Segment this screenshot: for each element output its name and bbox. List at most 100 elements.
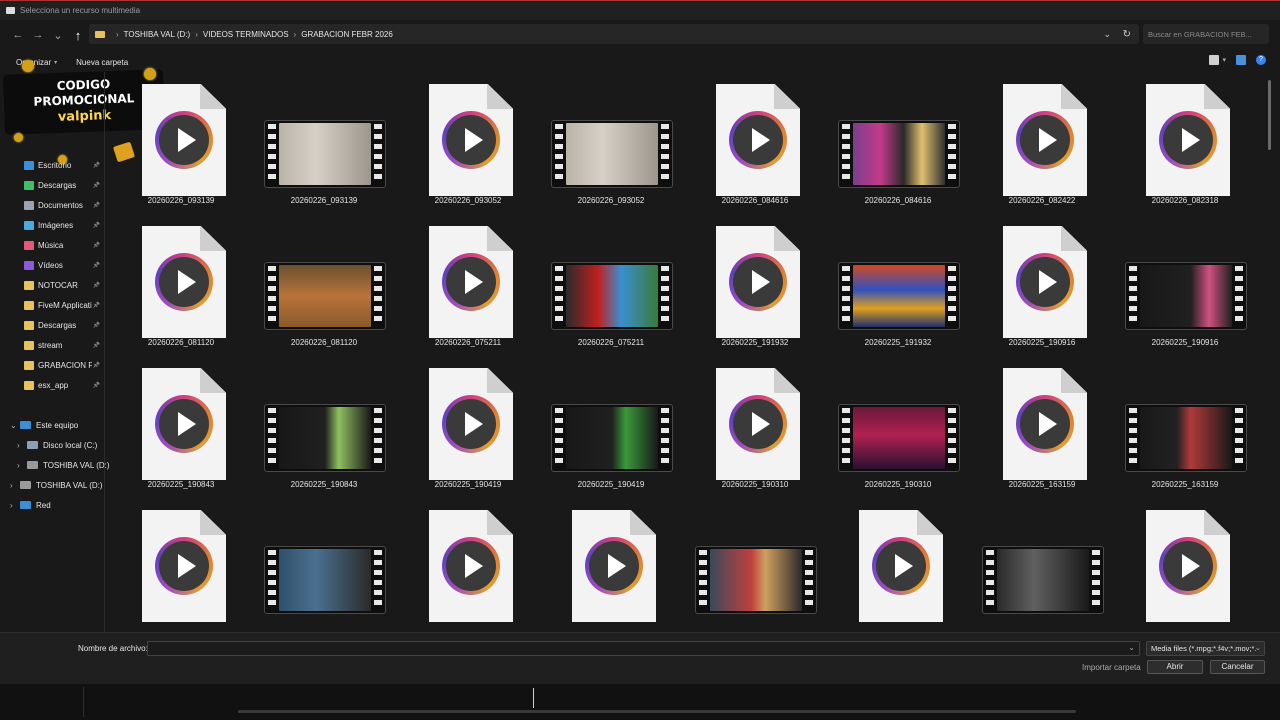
open-button[interactable]: Abrir [1147, 660, 1203, 674]
recent-chevron-icon[interactable]: ⌄ [48, 25, 68, 45]
filmstrip-holes [1092, 550, 1100, 610]
file-name: 20260225_191932 [864, 338, 932, 347]
search-input[interactable]: Buscar en GRABACION FEB... [1143, 24, 1269, 44]
filename-input[interactable]: ⌄ [147, 641, 1140, 656]
help-icon[interactable]: ? [1256, 55, 1266, 65]
import-folder-link[interactable]: Importar carpeta [1082, 663, 1141, 672]
file-type-filter[interactable]: Media files (*.mpg;*.f4v;*.mov;*. ⌄ [1146, 641, 1265, 656]
file-tile[interactable]: 20260226_082318 [1120, 72, 1250, 212]
filename-dropdown-icon[interactable]: ⌄ [1128, 643, 1135, 652]
expand-arrow-icon[interactable]: ⌄ [10, 421, 20, 430]
view-mode-caret-icon[interactable]: ▾ [1222, 56, 1226, 64]
file-tile[interactable]: 20260225_190916 [977, 214, 1107, 354]
file-tile[interactable]: 20260226_093052 [403, 72, 533, 212]
tree-item[interactable]: › TOSHIBA VAL (D:) [10, 478, 103, 492]
file-tile[interactable]: 20260225_191932 [833, 214, 963, 354]
file-tile[interactable]: 20260225_190843 [116, 356, 246, 496]
file-tile[interactable] [403, 498, 533, 638]
file-tile[interactable]: 20260226_081120 [259, 214, 389, 354]
tree-item[interactable]: › Red [10, 498, 51, 512]
refresh-icon[interactable]: ↻ [1123, 29, 1131, 40]
pin-icon[interactable]: 📌 [93, 362, 100, 369]
sidebar-item[interactable]: Documentos 📌 [24, 198, 102, 212]
forward-arrow-icon[interactable]: → [28, 25, 48, 45]
file-tile[interactable] [1120, 498, 1250, 638]
address-dropdown-icon[interactable]: ⌄ [1103, 29, 1111, 40]
sidebar-item[interactable]: Música 📌 [24, 238, 102, 252]
breadcrumb-drive[interactable]: TOSHIBA VAL (D:) [124, 30, 191, 39]
pin-icon[interactable]: 📌 [93, 342, 100, 349]
file-tile[interactable]: 20260225_190310 [833, 356, 963, 496]
file-tile[interactable]: 20260226_093139 [259, 72, 389, 212]
file-tile[interactable]: 20260226_093052 [546, 72, 676, 212]
file-name: 20260226_075211 [577, 338, 645, 347]
file-tile[interactable] [690, 498, 820, 638]
file-tile[interactable] [833, 498, 963, 638]
sidebar-item[interactable]: Escritorio 📌 [24, 158, 102, 172]
filmstrip-holes [1129, 408, 1137, 468]
file-tile[interactable]: 20260226_084616 [690, 72, 820, 212]
pin-icon[interactable]: 📌 [93, 302, 100, 309]
file-name: 20260225_191932 [721, 338, 789, 347]
pin-icon[interactable]: 📌 [93, 282, 100, 289]
sidebar-item[interactable]: Descargas 📌 [24, 178, 102, 192]
file-tile[interactable]: 20260226_075211 [546, 214, 676, 354]
file-tile[interactable] [259, 498, 389, 638]
pin-icon[interactable]: 📌 [93, 322, 100, 329]
file-tile[interactable]: 20260226_084616 [833, 72, 963, 212]
organize-caret-icon[interactable]: ▾ [54, 59, 57, 66]
file-tile[interactable]: 20260225_190419 [546, 356, 676, 496]
sidebar-item[interactable]: stream 📌 [24, 338, 102, 352]
cancel-button[interactable]: Cancelar [1210, 660, 1265, 674]
horizontal-scrollbar[interactable] [238, 710, 1076, 713]
file-tile[interactable]: 20260226_075211 [403, 214, 533, 354]
expand-arrow-icon[interactable]: › [10, 501, 20, 510]
file-tile[interactable]: 20260225_190843 [259, 356, 389, 496]
file-name: 20260226_093139 [290, 196, 358, 205]
sidebar-item[interactable]: FiveM Applicatio 📌 [24, 298, 102, 312]
pin-icon[interactable]: 📌 [93, 202, 100, 209]
address-bar[interactable]: › TOSHIBA VAL (D:) › VIDEOS TERMINADOS ›… [89, 24, 1139, 44]
sidebar-item[interactable]: Imágenes 📌 [24, 218, 102, 232]
back-arrow-icon[interactable]: ← [8, 25, 28, 45]
file-tile[interactable]: 20260226_081120 [116, 214, 246, 354]
pin-icon[interactable]: 📌 [93, 382, 100, 389]
sidebar-item[interactable]: GRABACION FEB📌 [24, 358, 102, 372]
file-tile[interactable]: 20260225_190310 [690, 356, 820, 496]
file-tile[interactable]: 20260225_163159 [1120, 356, 1250, 496]
breadcrumb-grabacion[interactable]: GRABACION FEBR 2026 [301, 30, 393, 39]
new-folder-button[interactable]: Nueva carpeta [76, 58, 128, 67]
pin-icon[interactable]: 📌 [93, 222, 100, 229]
expand-arrow-icon[interactable]: › [10, 481, 20, 490]
filter-dropdown-icon[interactable]: ⌄ [1255, 643, 1261, 652]
pin-icon[interactable]: 📌 [93, 162, 100, 169]
up-arrow-icon[interactable]: ↑ [68, 25, 88, 45]
file-tile[interactable] [546, 498, 676, 638]
vertical-scrollbar[interactable] [1268, 80, 1271, 150]
file-tile[interactable]: 20260226_082422 [977, 72, 1107, 212]
file-tile[interactable]: 20260225_190419 [403, 356, 533, 496]
file-tile[interactable]: 20260225_191932 [690, 214, 820, 354]
file-tile[interactable]: 20260226_093139 [116, 72, 246, 212]
pin-icon[interactable]: 📌 [93, 182, 100, 189]
file-tile[interactable]: 20260225_163159 [977, 356, 1107, 496]
media-file-icon [716, 226, 800, 338]
tree-item[interactable]: ⌄ Este equipo [10, 418, 78, 432]
sidebar-item[interactable]: Descargas 📌 [24, 318, 102, 332]
breadcrumb-videos-terminados[interactable]: VIDEOS TERMINADOS [203, 30, 289, 39]
file-tile[interactable] [977, 498, 1107, 638]
expand-arrow-icon[interactable]: › [17, 461, 27, 470]
pin-icon[interactable]: 📌 [93, 242, 100, 249]
pane-divider[interactable] [104, 72, 105, 632]
sidebar-item[interactable]: Vídeos 📌 [24, 258, 102, 272]
file-tile[interactable] [116, 498, 246, 638]
sidebar-item[interactable]: NOTOCAR 📌 [24, 278, 102, 292]
expand-arrow-icon[interactable]: › [17, 441, 27, 450]
pin-icon[interactable]: 📌 [93, 262, 100, 269]
tree-item[interactable]: › TOSHIBA VAL (D:) [17, 458, 110, 472]
sidebar-item[interactable]: esx_app 📌 [24, 378, 102, 392]
preview-pane-icon[interactable] [1236, 55, 1246, 65]
tree-item[interactable]: › Disco local (C:) [17, 438, 97, 452]
view-mode-icon[interactable] [1209, 55, 1220, 65]
file-tile[interactable]: 20260225_190916 [1120, 214, 1250, 354]
